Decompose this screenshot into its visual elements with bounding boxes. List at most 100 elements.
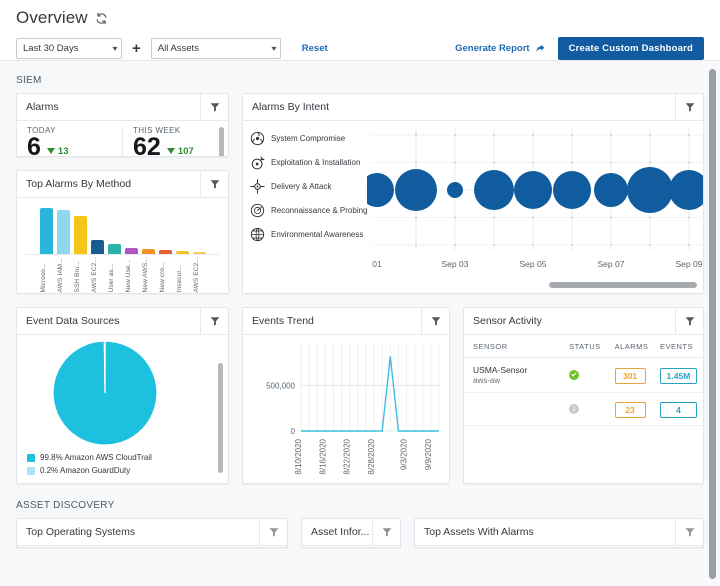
intent-x-tick: Sep 05	[520, 259, 547, 269]
legend-swatch	[27, 466, 35, 475]
method-bar[interactable]	[107, 244, 121, 254]
alarms-badge[interactable]: 23	[614, 401, 646, 418]
events-badge[interactable]: 1.45M	[659, 367, 697, 384]
kpi-week-value: 62	[133, 133, 161, 156]
alarms-filter-button[interactable]	[200, 94, 228, 120]
intent-bubble[interactable]	[594, 173, 628, 207]
siem-right-column: Alarms By Intent System Compromise Exploi…	[242, 93, 704, 294]
sensor-table-header-row: SENSOR STATUS ALARMS EVENTS	[464, 335, 703, 358]
method-bar-labels: Microso... AWS IAM... SSH Bru... AWS EC2...…	[25, 257, 220, 292]
share-arrow-icon	[535, 43, 546, 54]
eds-scrollbar[interactable]	[218, 363, 223, 473]
intent-horizontal-scrollbar[interactable]	[549, 282, 697, 288]
method-bar[interactable]	[175, 251, 189, 254]
intent-bubble[interactable]	[367, 173, 394, 207]
intent-legend-item[interactable]: Exploitation & Installation	[250, 155, 367, 170]
intent-legend-item[interactable]: Reconnaissance & Probing	[250, 203, 368, 218]
method-bar-label: Insecur...	[175, 265, 183, 293]
intent-legend-label: Delivery & Attack	[271, 182, 332, 191]
alarms-card-scrollbar[interactable]	[219, 127, 224, 156]
kpi-week-delta-value: 107	[177, 145, 194, 156]
intent-legend-item[interactable]: Delivery & Attack	[250, 179, 367, 194]
method-bar[interactable]	[90, 240, 104, 254]
event-data-sources-pie[interactable]	[17, 335, 228, 460]
biohazard-icon	[250, 131, 265, 146]
funnel-icon	[210, 180, 219, 189]
intent-x-tick: Sep 07	[598, 259, 625, 269]
intent-legend-item[interactable]: Environmental Awareness	[250, 227, 367, 242]
table-row[interactable]: USMA-Sensor aws-aw 301 1.45M	[464, 357, 703, 393]
intent-bubble[interactable]	[669, 170, 703, 210]
method-bar-label: AWS EC2...	[192, 257, 200, 293]
add-filter-button[interactable]: +	[131, 41, 142, 56]
trend-x-tick: 8/22/2020	[343, 438, 352, 474]
top-assets-with-alarms-card: Top Assets With Alarms	[414, 518, 704, 548]
eds-legend: 99.8% Amazon AWS CloudTrail 0.2% Amazon G…	[27, 453, 152, 475]
os-filter-button[interactable]	[259, 519, 287, 545]
intent-filter-button[interactable]	[675, 94, 703, 120]
vertical-scrollbar[interactable]	[709, 69, 716, 579]
trend-x-tick: 8/16/2020	[318, 438, 327, 474]
sensor-activity-card: Sensor Activity SENSOR STATUS ALARMS EVE…	[463, 307, 704, 484]
dashboard-scroll-area[interactable]: SIEM Alarms TODAY 6 13 THIS WEEK 62 107 …	[0, 60, 720, 586]
method-bar[interactable]	[73, 216, 87, 254]
alarms-badge[interactable]: 301	[614, 367, 646, 384]
cell-alarms: 23	[614, 392, 660, 426]
method-bar[interactable]	[141, 249, 155, 254]
refresh-icon[interactable]	[95, 12, 108, 25]
sensor-filter-button[interactable]	[675, 308, 703, 334]
trend-x-tick: 8/28/2020	[367, 438, 376, 474]
intent-bubble[interactable]	[474, 170, 514, 210]
funnel-icon	[685, 317, 694, 326]
eds-card-title: Event Data Sources	[26, 315, 120, 327]
assets-alarms-filter-button[interactable]	[675, 519, 703, 545]
asset-select[interactable]: All Assets ▾	[150, 38, 281, 59]
page-header: Overview Last 30 Days ▾ + All Assets ▾ R…	[0, 0, 720, 60]
method-bar-chart	[25, 207, 220, 255]
method-bar[interactable]	[56, 210, 70, 254]
events-badge[interactable]: 4	[659, 401, 697, 418]
method-bar[interactable]	[192, 252, 206, 254]
eds-filter-button[interactable]	[200, 308, 228, 334]
method-filter-button[interactable]	[200, 171, 228, 197]
siem-left-column: Alarms TODAY 6 13 THIS WEEK 62 107 Top A…	[16, 93, 229, 294]
intent-bubble[interactable]	[395, 169, 437, 211]
method-bar-label: User as...	[107, 263, 115, 293]
generate-report-button[interactable]: Generate Report	[455, 43, 545, 54]
table-row[interactable]: i 23 4	[464, 392, 703, 426]
method-bar[interactable]	[158, 250, 172, 254]
top-operating-systems-card: Top Operating Systems	[16, 518, 288, 548]
funnel-icon	[685, 528, 694, 537]
alarms-card: Alarms TODAY 6 13 THIS WEEK 62 107	[16, 93, 229, 157]
trend-down-icon	[166, 148, 175, 155]
intent-bubble[interactable]	[553, 171, 591, 209]
os-card-title: Top Operating Systems	[26, 526, 136, 538]
intent-bubble[interactable]	[447, 182, 463, 198]
date-range-select[interactable]: Last 30 Days ▾	[16, 38, 122, 59]
funnel-icon	[431, 317, 440, 326]
intent-legend: System Compromise Exploitation & Installa…	[243, 121, 368, 293]
reset-link[interactable]: Reset	[302, 43, 328, 54]
method-bar[interactable]	[124, 248, 138, 254]
trend-x-tick: 9/9/2020	[424, 438, 433, 470]
intent-legend-item[interactable]: System Compromise	[250, 131, 367, 146]
cell-sensor: USMA-Sensor aws-aw	[464, 357, 570, 393]
method-card-body: Microso... AWS IAM... SSH Bru... AWS EC2...…	[17, 198, 228, 293]
pie-slice[interactable]	[103, 340, 106, 394]
cell-events: 1.45M	[659, 357, 703, 393]
method-bar-label: SSH Bru...	[73, 260, 81, 293]
cell-status: i	[569, 392, 615, 426]
column-header-status: STATUS	[569, 335, 615, 358]
intent-bubble[interactable]	[627, 167, 673, 213]
asset-info-card-title: Asset Infor...	[311, 526, 370, 538]
eds-legend-item[interactable]: 0.2% Amazon GuardDuty	[27, 466, 152, 475]
sensor-card-body: SENSOR STATUS ALARMS EVENTS USMA-Sensor a…	[464, 335, 703, 483]
eds-legend-item[interactable]: 99.8% Amazon AWS CloudTrail	[27, 453, 152, 462]
asset-info-filter-button[interactable]	[372, 519, 400, 545]
kpi-today-delta-value: 13	[57, 145, 69, 156]
method-bar[interactable]	[39, 208, 53, 254]
intent-bubble[interactable]	[514, 171, 552, 209]
intent-bubble-plot[interactable]: 01 Sep 03 Sep 05 Sep 07 Sep 09	[367, 121, 703, 293]
trend-filter-button[interactable]	[421, 308, 449, 334]
create-custom-dashboard-button[interactable]: Create Custom Dashboard	[557, 37, 704, 60]
